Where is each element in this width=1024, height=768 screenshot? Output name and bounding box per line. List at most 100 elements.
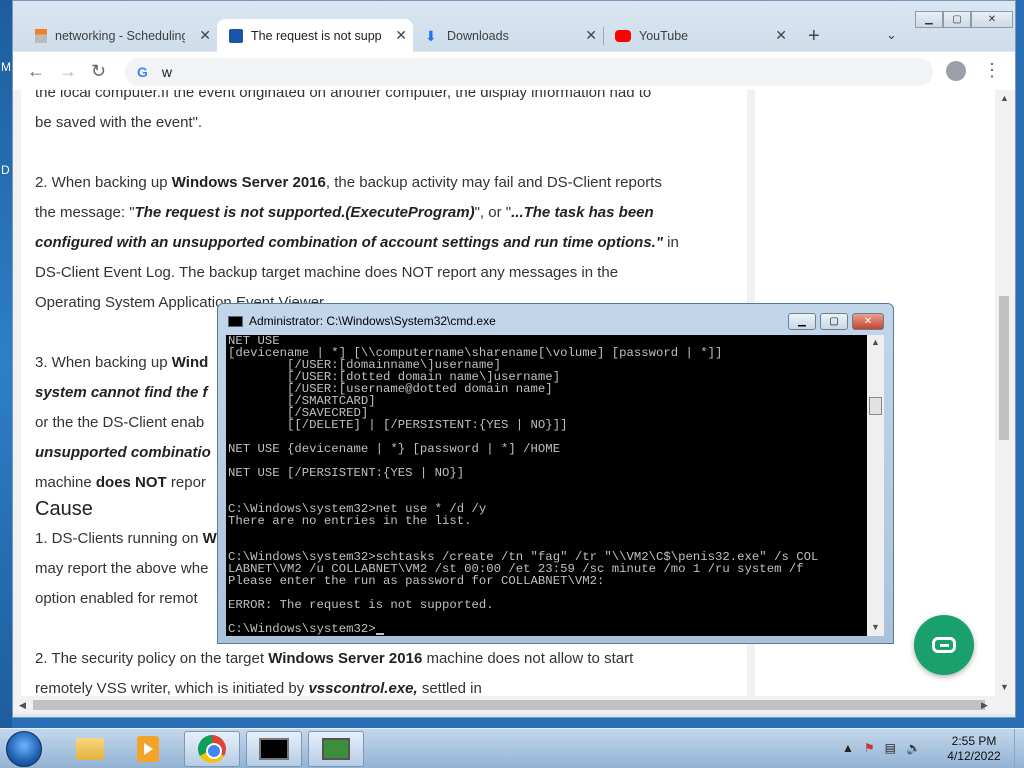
window-close-button[interactable]: ✕ [971,11,1013,28]
scrollbar-thumb[interactable] [869,397,882,415]
address-text[interactable]: w [162,64,172,80]
desktop-icon-label: D [1,163,10,177]
taskbar-chrome[interactable] [184,731,240,767]
article-text: machine does NOT repor [35,474,206,491]
console-line: NET USE [/PERSISTENT:{YES | NO}] [228,466,465,480]
article-text: 1. DS-Clients running on W [35,530,217,547]
reload-icon[interactable]: ↻ [91,61,106,82]
tab-title: networking - Scheduling [55,28,185,43]
window-close-button[interactable]: ✕ [852,313,884,330]
tab-networking[interactable]: networking - Scheduling ✕ [23,19,217,52]
stackexchange-icon [35,28,47,43]
scrollbar-thumb[interactable] [999,296,1009,440]
article-text: unsupported combinatio [35,444,211,461]
chat-button[interactable] [914,615,974,675]
console-line: NET USE {devicename | *} [password | *] … [228,442,561,456]
tab-title: The request is not supported [251,28,381,43]
tab-search-chevron-icon[interactable]: ⌄ [886,27,897,43]
console-line: C:\Windows\system32> [228,623,867,635]
show-desktop-button[interactable] [1014,729,1024,768]
scroll-down-icon[interactable]: ▼ [1000,682,1009,692]
close-icon[interactable]: ✕ [585,27,597,44]
article-text: option enabled for remot [35,590,198,607]
cmd-icon [228,315,243,327]
article-text: system cannot find the f [35,384,208,401]
address-bar[interactable]: G w [125,58,933,86]
cmd-window-title: Administrator: C:\Windows\System32\cmd.e… [249,314,496,328]
cmd-window[interactable]: Administrator: C:\Windows\System32\cmd.e… [217,303,894,644]
forward-arrow-icon[interactable]: → [59,61,77,82]
horizontal-scrollbar[interactable]: ◀ ▶ [13,696,1015,714]
clock-time: 2:55 PM [951,734,997,748]
taskbar: ▲ ⚑ ▤ 🔈 2:55 PM 4/12/2022 [0,728,1024,768]
tab-bar: networking - Scheduling ✕ The request is… [13,1,1015,52]
volume-icon[interactable]: 🔈 [906,741,921,755]
clock-date: 4/12/2022 [947,749,1001,763]
action-center-icon[interactable]: ⚑ [864,741,875,755]
close-icon[interactable]: ✕ [775,27,787,44]
chat-icon [932,637,956,653]
article-text: the local computer.If the event originat… [35,90,652,101]
taskbar-cmd[interactable] [246,731,302,767]
new-tab-button[interactable]: + [808,25,820,48]
section-heading-cause: Cause [35,498,93,520]
show-hidden-icons-icon[interactable]: ▲ [842,741,854,755]
system-tray: ▲ ⚑ ▤ 🔈 [842,741,921,755]
article-text: 2. The security policy on the target Win… [35,650,634,667]
console-line: There are no entries in the list. [228,514,472,528]
clock[interactable]: 2:55 PM 4/12/2022 [942,734,1006,764]
article-text: configured with an unsupported combinati… [35,234,679,251]
network-app-icon [322,738,350,760]
chrome-icon [198,735,226,763]
scroll-right-icon[interactable]: ▶ [981,700,988,711]
scroll-down-icon[interactable]: ▼ [871,622,880,632]
taskbar-media-player[interactable] [120,731,176,767]
article-text: DS-Client Event Log. The backup target m… [35,264,619,281]
scroll-up-icon[interactable]: ▲ [1000,93,1009,103]
vertical-scrollbar[interactable]: ▲ ▼ [995,90,1013,696]
cmd-titlebar[interactable]: Administrator: C:\Windows\System32\cmd.e… [228,314,496,328]
folder-icon [76,738,104,760]
close-icon[interactable]: ✕ [395,27,407,44]
article-text: the message: "The request is not support… [35,204,654,221]
article-text: or the the DS-Client enab [35,414,205,431]
console-line: ERROR: The request is not supported. [228,598,494,612]
menu-dots-icon[interactable]: ⋮ [983,60,1001,81]
console-line: Please enter the run as password for COL… [228,574,605,588]
desktop-icon-label: M [1,60,11,74]
article-text: remotely VSS writer, which is initiated … [35,680,482,696]
start-button[interactable] [6,731,42,767]
profile-avatar-icon[interactable] [946,61,966,81]
tab-title: Downloads [447,28,509,43]
cmd-icon [259,738,289,760]
back-arrow-icon[interactable]: ← [27,61,45,82]
console-line: [[/DELETE] | [/PERSISTENT:{YES | NO}]] [228,418,568,432]
vertical-scrollbar[interactable]: ▲ ▼ [867,335,884,636]
tab-downloads[interactable]: ⬇ Downloads ✕ [413,19,603,52]
article-text: may report the above whe [35,560,209,577]
minimize-button[interactable]: ▁ [915,11,943,28]
scroll-up-icon[interactable]: ▲ [871,337,880,347]
article-text: 3. When backing up Wind [35,354,209,371]
console-output[interactable]: NET USE [devicename | *] [\\computername\… [226,335,867,636]
document-icon [229,28,243,43]
close-icon[interactable]: ✕ [199,27,211,44]
tab-request-not-supported[interactable]: The request is not supported ✕ [217,19,413,52]
article-text: 2. When backing up Windows Server 2016, … [35,174,662,191]
tab-youtube[interactable]: YouTube ✕ [603,19,793,52]
maximize-button[interactable]: ▢ [820,313,848,330]
taskbar-explorer[interactable] [62,731,118,767]
scrollbar-thumb[interactable] [33,700,985,710]
taskbar-network-app[interactable] [308,731,364,767]
youtube-icon [615,29,631,42]
google-icon: G [137,64,148,80]
desktop-background: M D [0,0,12,728]
media-player-icon [137,736,159,762]
scroll-left-icon[interactable]: ◀ [19,700,26,711]
minimize-button[interactable]: ▁ [788,313,816,330]
network-icon[interactable]: ▤ [885,741,896,755]
maximize-button[interactable]: ▢ [943,11,971,28]
text-cursor [375,633,384,635]
